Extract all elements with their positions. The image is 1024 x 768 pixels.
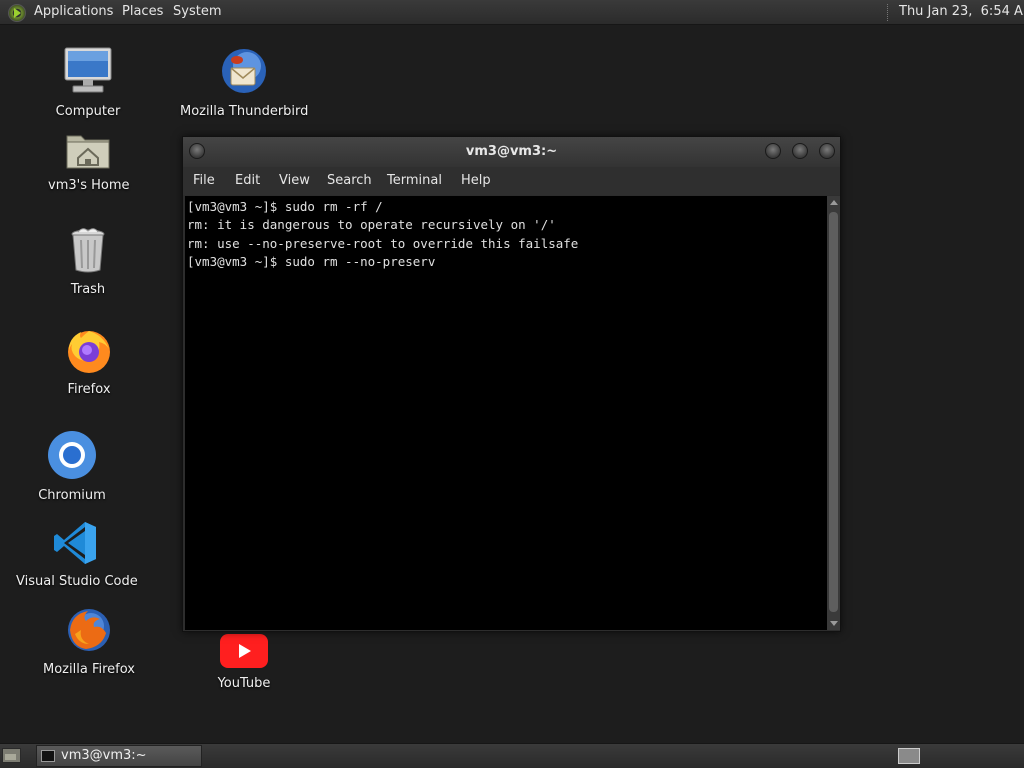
system-menu[interactable]: System: [173, 4, 221, 19]
terminal-output[interactable]: [vm3@vm3 ~]$ sudo rm -rf / rm: it is dan…: [185, 196, 827, 630]
menu-file[interactable]: File: [193, 173, 215, 188]
menu-terminal[interactable]: Terminal: [387, 173, 442, 188]
scroll-up-arrow-icon[interactable]: [830, 200, 838, 205]
terminal-line: rm: use --no-preserve-root to override t…: [187, 235, 579, 251]
panel-separator: [887, 4, 892, 21]
bottom-panel: vm3@vm3:~: [0, 743, 1024, 768]
window-title: vm3@vm3:~: [465, 144, 558, 159]
desktop-icon-label: YouTube: [217, 676, 271, 691]
desktop-icon-label: Trash: [70, 282, 106, 297]
desktop-icon-label: Mozilla Firefox: [43, 662, 135, 677]
menu-edit[interactable]: Edit: [235, 173, 260, 188]
computer-icon: [64, 47, 112, 93]
taskbar-item-terminal[interactable]: vm3@vm3:~: [36, 745, 202, 767]
desktop-icon-home[interactable]: vm3's Home: [48, 128, 130, 193]
show-desktop-icon[interactable]: [2, 748, 21, 763]
terminal-line: [vm3@vm3 ~]$ sudo rm -rf /: [187, 199, 383, 214]
scrollbar-thumb[interactable]: [829, 212, 838, 612]
youtube-icon: [220, 634, 268, 668]
chromium-icon: [48, 431, 96, 479]
desktop-icon-label: Computer: [55, 104, 121, 119]
workspace-switcher[interactable]: [898, 748, 920, 764]
places-menu[interactable]: Places: [122, 4, 163, 19]
firefox-icon: [68, 609, 110, 651]
desktop-icon-label: Firefox: [67, 382, 111, 397]
home-folder-icon: [66, 135, 110, 169]
desktop-icon-firefox[interactable]: Firefox: [48, 326, 130, 397]
terminal-window[interactable]: vm3@vm3:~ File Edit View Search Terminal…: [182, 136, 841, 632]
terminal-icon: [41, 750, 55, 762]
top-panel: Applications Places System Thu Jan 23, 6…: [0, 0, 1024, 25]
applications-menu[interactable]: Applications: [34, 4, 113, 19]
menu-view[interactable]: View: [279, 173, 310, 188]
maximize-button[interactable]: [792, 143, 808, 159]
taskbar-item-label: vm3@vm3:~: [61, 748, 147, 763]
desktop-icon-label: Mozilla Thunderbird: [180, 104, 309, 119]
firefox-icon: [68, 331, 110, 373]
menu-search[interactable]: Search: [327, 173, 372, 188]
desktop-icon-vscode[interactable]: Visual Studio Code: [16, 520, 138, 589]
desktop-icon-trash[interactable]: Trash: [48, 226, 128, 297]
thunderbird-icon: [222, 49, 266, 93]
desktop-icon-label: Visual Studio Code: [16, 574, 138, 589]
desktop-icon-youtube[interactable]: YouTube: [204, 634, 284, 691]
minimize-button[interactable]: [765, 143, 781, 159]
desktop-icon-computer[interactable]: Computer: [48, 46, 128, 119]
terminal-line: rm: it is dangerous to operate recursive…: [187, 217, 556, 233]
desktop-icon-label: vm3's Home: [48, 178, 130, 193]
scroll-down-arrow-icon[interactable]: [830, 621, 838, 626]
window-titlebar[interactable]: vm3@vm3:~: [183, 137, 840, 167]
desktop-icon-thunderbird[interactable]: Mozilla Thunderbird: [180, 46, 308, 119]
terminal-menubar: File Edit View Search Terminal Help: [183, 167, 840, 195]
desktop-icon-chromium[interactable]: Chromium: [32, 430, 112, 503]
close-button[interactable]: [819, 143, 835, 159]
desktop-icon-label: Chromium: [38, 488, 106, 503]
terminal-line: [vm3@vm3 ~]$ sudo rm --no-preserv: [187, 253, 436, 269]
applications-logo-icon[interactable]: [8, 4, 26, 22]
menu-help[interactable]: Help: [461, 173, 491, 188]
vscode-icon: [54, 522, 96, 564]
trash-icon: [71, 228, 105, 273]
clock[interactable]: Thu Jan 23, 6:54 AM: [899, 4, 1024, 19]
terminal-scrollbar[interactable]: [827, 196, 840, 630]
desktop-icon-mozilla-firefox[interactable]: Mozilla Firefox: [40, 606, 138, 677]
